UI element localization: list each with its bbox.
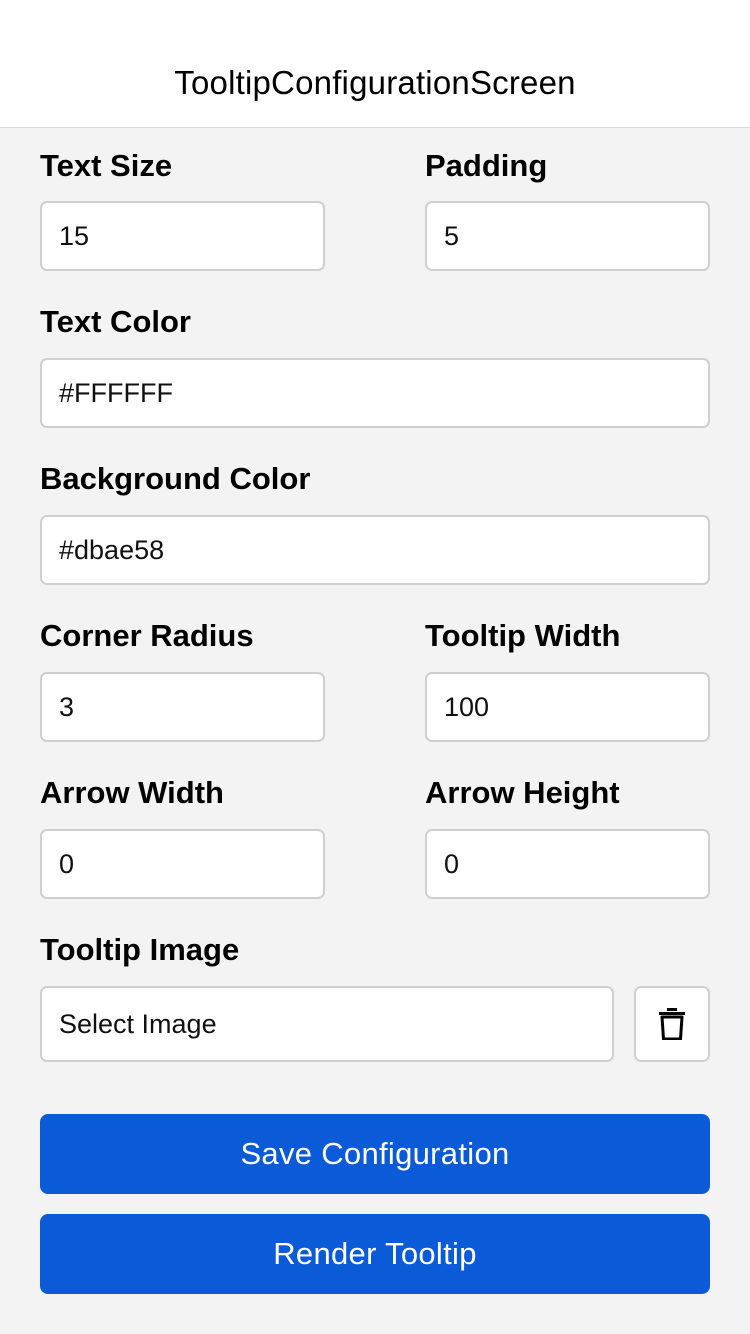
select-image-button[interactable]: Select Image xyxy=(40,986,614,1062)
navigation-bar: TooltipConfigurationScreen xyxy=(0,0,750,128)
background-color-input[interactable]: #dbae58 xyxy=(40,515,710,585)
page-title: TooltipConfigurationScreen xyxy=(174,64,576,101)
render-tooltip-button[interactable]: Render Tooltip xyxy=(40,1214,710,1294)
delete-image-button[interactable] xyxy=(634,986,710,1062)
arrow-width-input[interactable]: 0 xyxy=(40,829,325,899)
arrow-width-label: Arrow Width xyxy=(40,775,224,810)
arrow-height-input[interactable]: 0 xyxy=(425,829,710,899)
text-color-label: Text Color xyxy=(40,304,191,339)
tooltip-image-label: Tooltip Image xyxy=(40,932,240,967)
padding-label: Padding xyxy=(425,148,548,183)
arrow-height-label: Arrow Height xyxy=(425,775,620,810)
padding-input[interactable]: 5 xyxy=(425,201,710,271)
text-size-label: Text Size xyxy=(40,148,173,183)
text-color-input[interactable]: #FFFFFF xyxy=(40,358,710,428)
save-configuration-button[interactable]: Save Configuration xyxy=(40,1114,710,1194)
tooltip-width-label: Tooltip Width xyxy=(425,618,621,653)
form-scroll-area[interactable]: Text Size Padding 15 5 Text Color #FFFFF… xyxy=(0,128,750,1334)
corner-radius-input[interactable]: 3 xyxy=(40,672,325,742)
text-size-input[interactable]: 15 xyxy=(40,201,325,271)
corner-radius-label: Corner Radius xyxy=(40,618,254,653)
tooltip-width-input[interactable]: 100 xyxy=(425,672,710,742)
background-color-label: Background Color xyxy=(40,461,311,496)
trash-icon xyxy=(659,1008,685,1040)
